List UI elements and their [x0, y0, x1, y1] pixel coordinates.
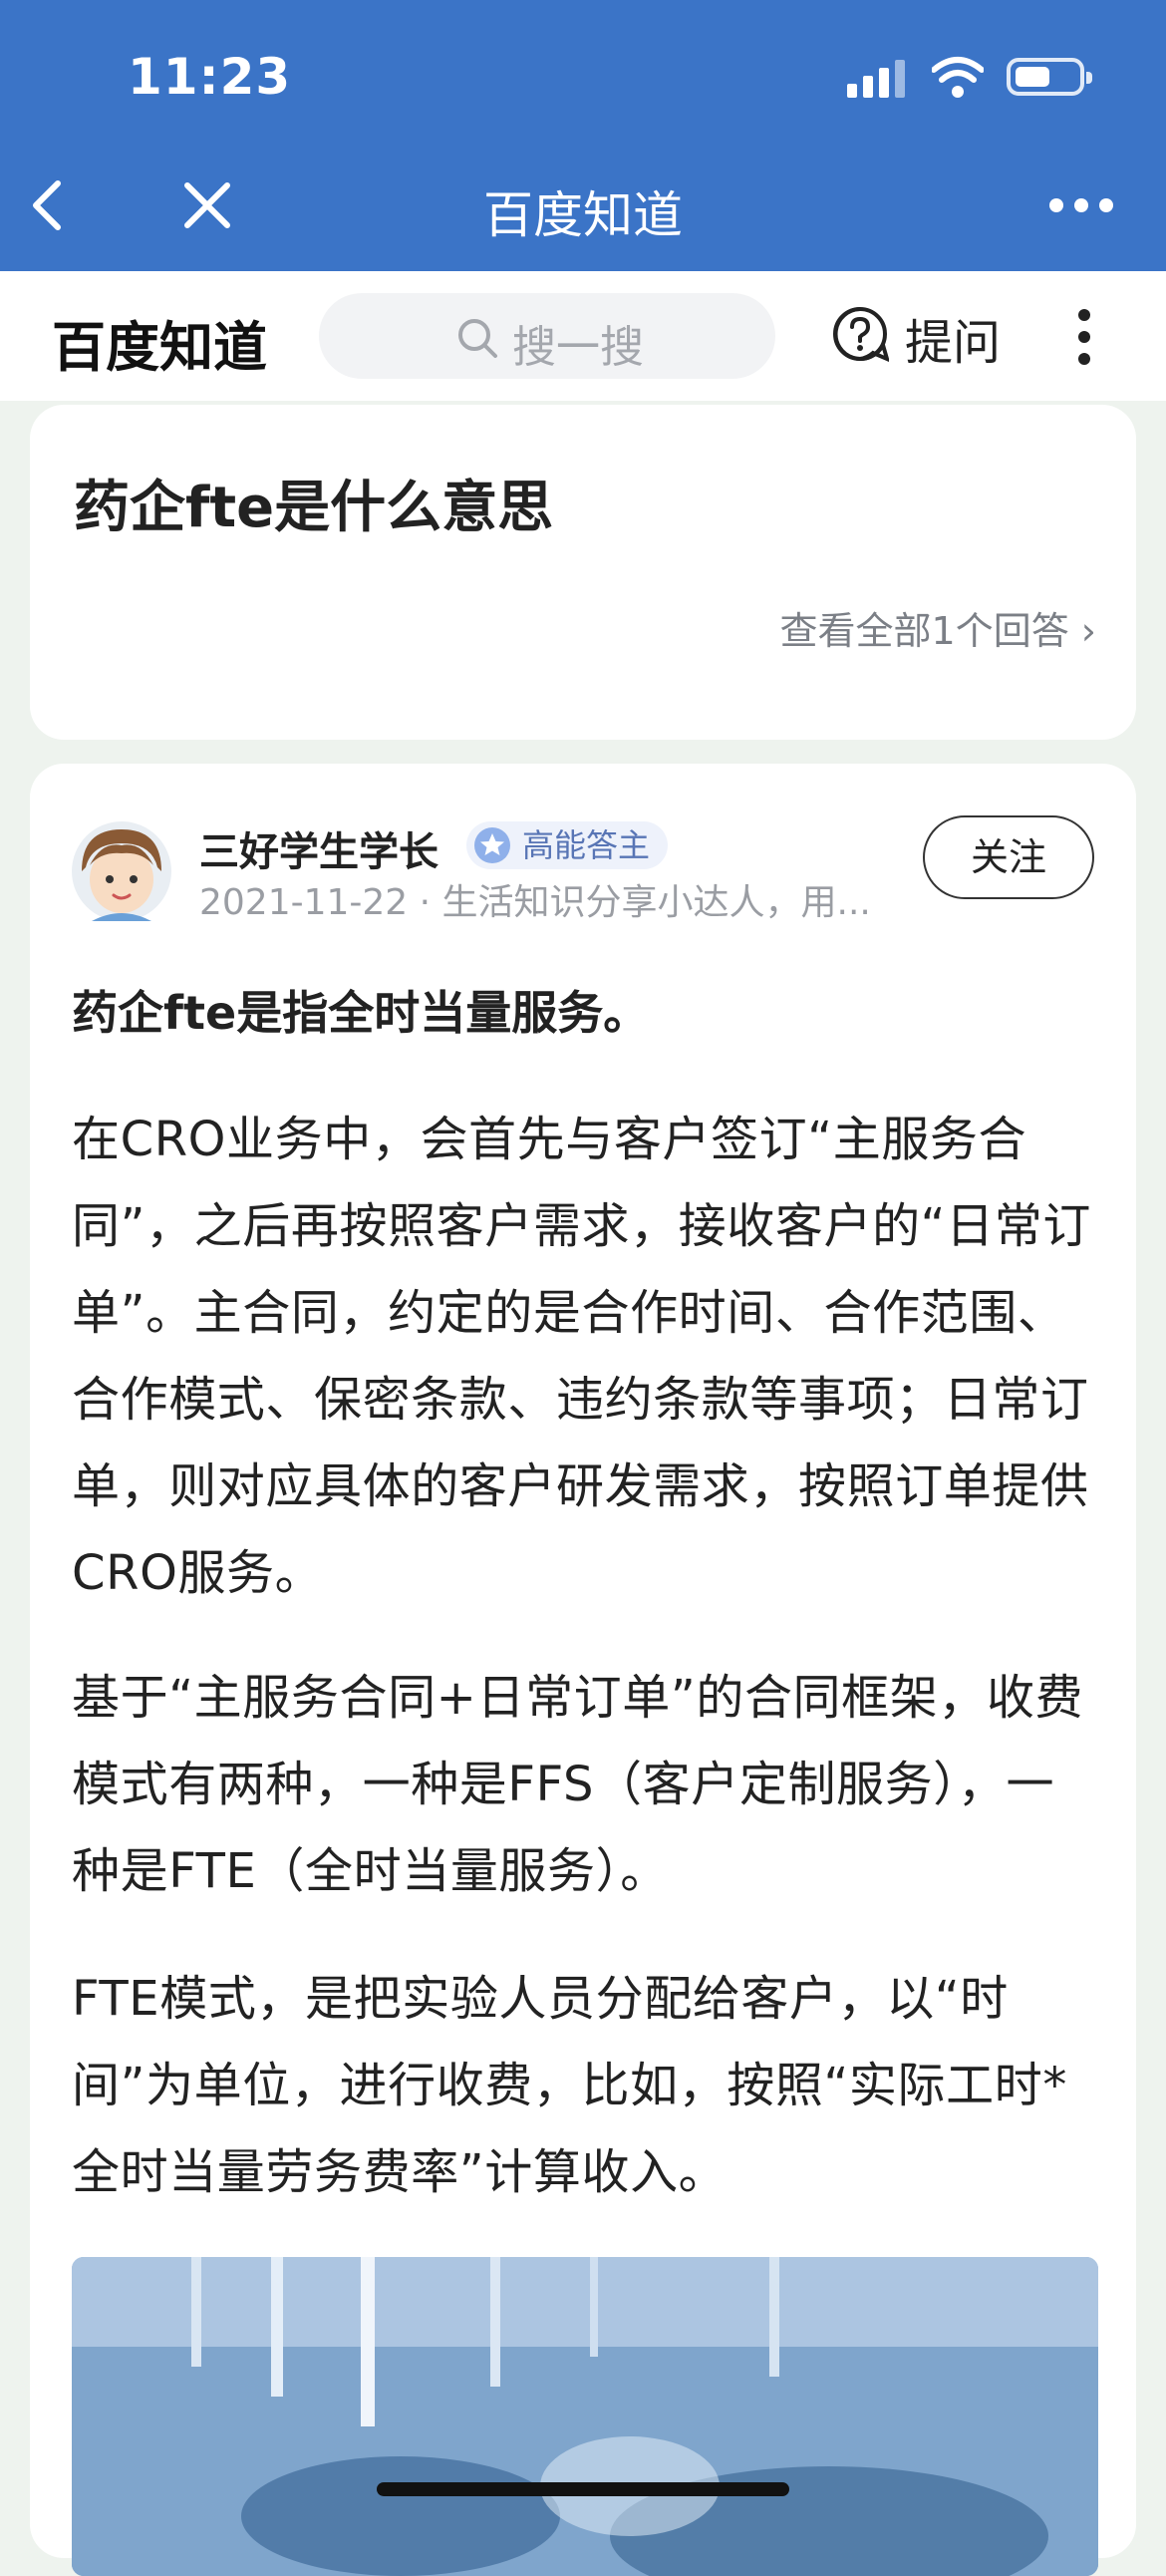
view-all-answers-link[interactable]: 查看全部1个回答 › — [780, 600, 1096, 655]
vertical-more-icon[interactable] — [1074, 307, 1094, 367]
answer-paragraph: FTE模式，是把实验人员分配给客户，以“时间”为单位，进行收费，比如，按照“实际… — [72, 1971, 1067, 2200]
view-all-answers-label: 查看全部1个回答 — [779, 609, 1069, 653]
site-header: 百度知道 搜一搜 提问 — [0, 271, 1166, 401]
answer-lead: 药企fte是指全时当量服务。 — [72, 986, 650, 1040]
wifi-icon — [932, 57, 984, 98]
question-title: 药企fte是什么意思 — [74, 476, 554, 540]
question-icon — [833, 307, 889, 363]
search-placeholder: 搜一搜 — [512, 322, 644, 373]
badge-label: 高能答主 — [522, 826, 651, 864]
avatar[interactable] — [72, 821, 171, 921]
answer-image[interactable] — [72, 2257, 1098, 2576]
search-icon — [458, 319, 497, 358]
lab-photo-illustration — [72, 2257, 1098, 2576]
author-name[interactable]: 三好学生学长 — [199, 819, 438, 877]
search-input[interactable]: 搜一搜 — [319, 293, 775, 379]
answer-card: 三好学生学长 高能答主 2021-11-22 · 生活知识分享小达人，用... … — [30, 764, 1136, 2576]
cellular-signal-icon — [847, 60, 905, 98]
home-indicator[interactable] — [377, 2482, 789, 2496]
battery-icon — [1007, 58, 1092, 96]
nav-title: 百度知道 — [483, 186, 683, 244]
site-logo[interactable]: 百度知道 — [52, 303, 267, 382]
ask-label: 提问 — [905, 315, 1002, 371]
author-badge: 高能答主 — [466, 821, 669, 869]
medal-icon — [474, 827, 510, 863]
answer-paragraph: 在CRO业务中，会首先与客户签订“主服务合同”，之后再按照客户需求，接收客户的“… — [72, 1112, 1091, 1601]
follow-button[interactable]: 关注 — [923, 815, 1094, 899]
question-card: 药企fte是什么意思 查看全部1个回答 › — [30, 405, 1136, 740]
status-time: 11:23 — [128, 48, 292, 106]
top-bar: 11:23 百度知道 — [0, 0, 1166, 271]
answer-paragraph: 基于“主服务合同+日常订单”的合同框架，收费模式有两种，一种是FFS（客户定制服… — [72, 1670, 1084, 1899]
chevron-right-icon: › — [1068, 609, 1096, 653]
answer-meta: 2021-11-22 · 生活知识分享小达人，用... — [199, 882, 871, 923]
more-icon[interactable] — [1046, 195, 1116, 215]
